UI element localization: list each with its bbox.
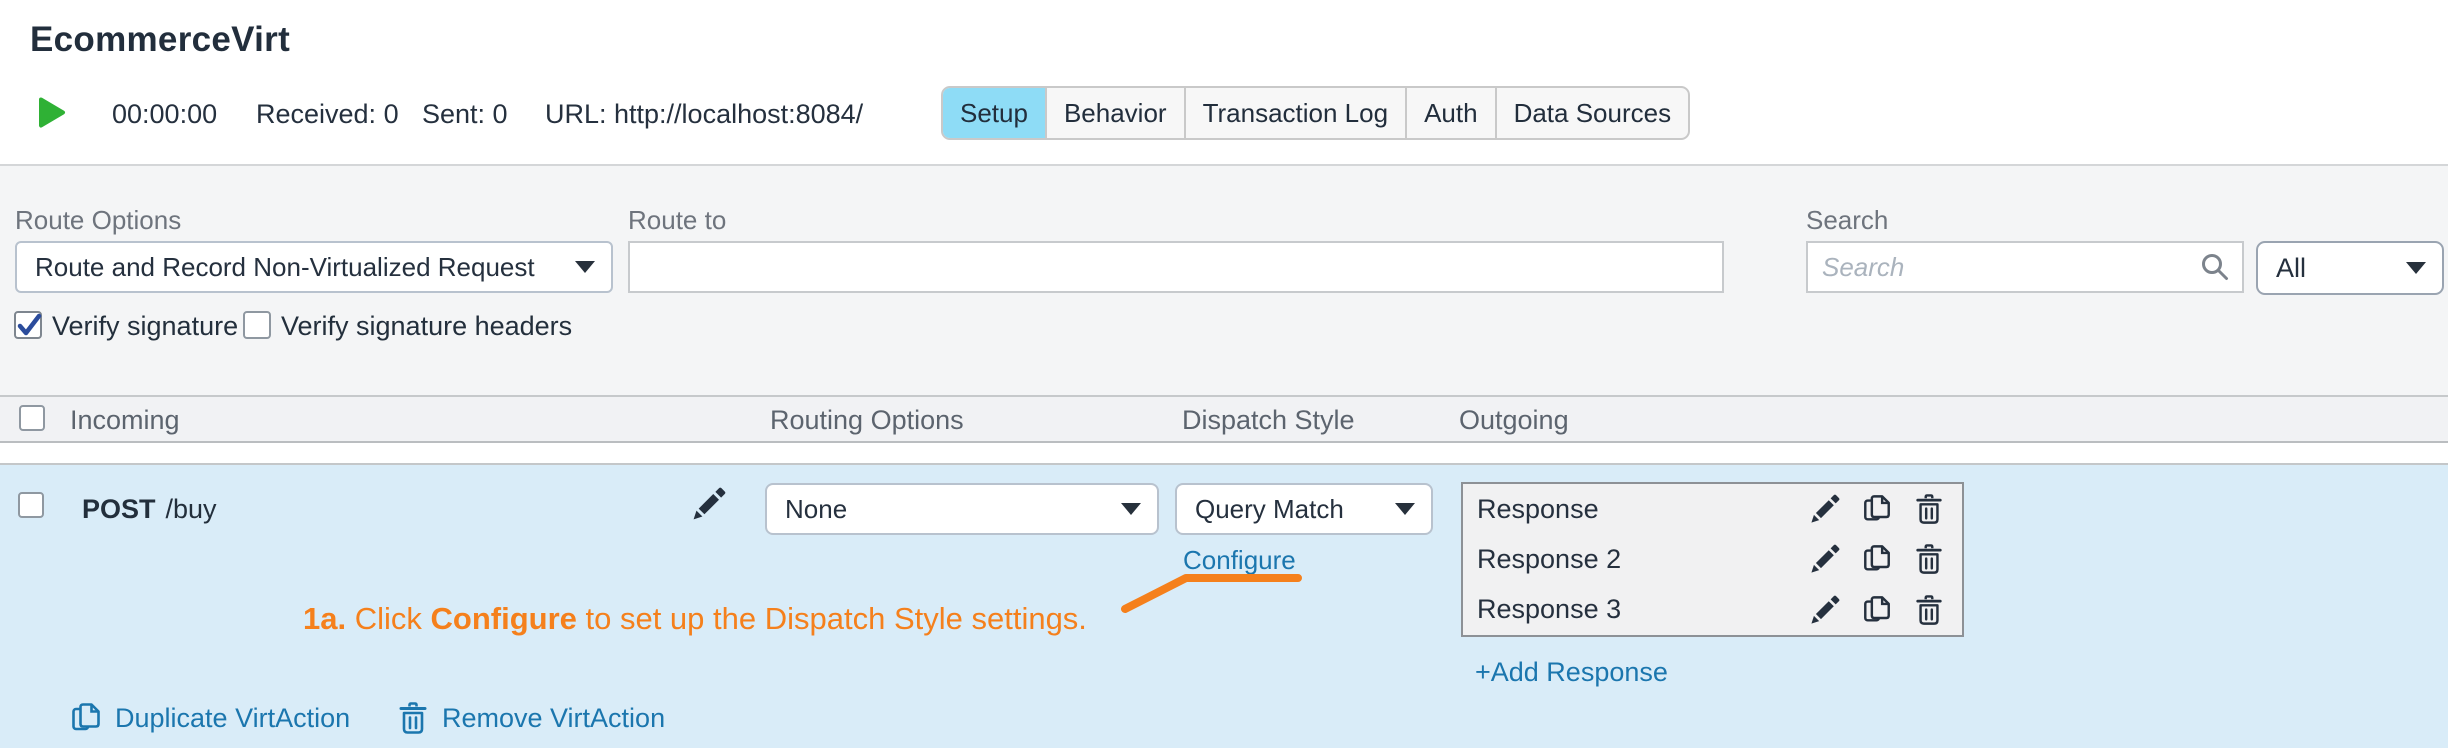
- pencil-icon: [1811, 595, 1840, 624]
- tab-transaction-log[interactable]: Transaction Log: [1183, 88, 1405, 138]
- copy-response-button[interactable]: [1862, 544, 1892, 574]
- timer-value: 00:00:00: [112, 99, 218, 129]
- copy-response-button[interactable]: [1862, 595, 1892, 625]
- search-scope-value: All: [2276, 252, 2307, 283]
- annotation-text: 1a. Click Configure to set up the Dispat…: [303, 601, 1087, 637]
- search-box: [1806, 241, 2244, 293]
- copy-icon: [72, 703, 100, 731]
- routing-options-value: None: [785, 493, 848, 524]
- search-icon[interactable]: [2200, 252, 2230, 282]
- chevron-down-icon: [1121, 503, 1141, 515]
- incoming-operation: POST/buy: [82, 494, 217, 525]
- verify-signature-checkbox[interactable]: [14, 311, 42, 339]
- column-outgoing: Outgoing: [1459, 405, 1569, 435]
- trash-icon: [1916, 494, 1942, 524]
- select-all-checkbox[interactable]: [19, 405, 45, 431]
- response-row: Response 2: [1463, 534, 1962, 584]
- edit-response-button[interactable]: [1810, 494, 1840, 524]
- annotation-step: 1a.: [303, 601, 347, 636]
- verify-signature-label: Verify signature: [52, 311, 239, 341]
- page-title: EcommerceVirt: [30, 20, 291, 59]
- route-options-label: Route Options: [15, 205, 182, 235]
- routing-options-select[interactable]: None: [765, 483, 1159, 535]
- trash-icon: [1916, 544, 1942, 575]
- edit-response-button[interactable]: [1810, 595, 1840, 625]
- search-scope-select[interactable]: All: [2256, 241, 2444, 295]
- annotation-arrow: [1121, 574, 1302, 613]
- response-name: Response 3: [1477, 594, 1622, 625]
- search-label: Search: [1806, 205, 1889, 235]
- chevron-down-icon: [2406, 262, 2426, 274]
- edit-operation-button[interactable]: [692, 487, 726, 521]
- copy-response-button[interactable]: [1862, 494, 1892, 524]
- column-routing-options: Routing Options: [770, 405, 964, 435]
- chevron-down-icon: [1395, 503, 1415, 515]
- delete-response-button[interactable]: [1914, 595, 1944, 625]
- dispatch-style-value: Query Match: [1195, 493, 1344, 524]
- chevron-down-icon: [575, 261, 595, 273]
- row-checkbox[interactable]: [18, 492, 44, 518]
- duplicate-virtaction-label: Duplicate VirtAction: [115, 702, 351, 733]
- add-response-link[interactable]: +Add Response: [1475, 657, 1668, 688]
- annotation-post: to set up the Dispatch Style settings.: [576, 601, 1087, 636]
- ecommerce-virt-page: EcommerceVirt 00:00:00 Received: 0 Sent:…: [0, 0, 2448, 748]
- tab-setup[interactable]: Setup: [943, 88, 1045, 138]
- route-to-label: Route to: [628, 205, 727, 235]
- trash-icon: [399, 702, 427, 734]
- service-url: URL: http://localhost:8084/: [545, 99, 864, 129]
- column-incoming: Incoming: [70, 405, 180, 435]
- dispatch-style-select[interactable]: Query Match: [1175, 483, 1433, 535]
- remove-virtaction-button[interactable]: Remove VirtAction: [397, 702, 665, 734]
- http-method: POST: [82, 494, 156, 524]
- annotation-pre: Click: [346, 601, 431, 636]
- response-name: Response: [1477, 493, 1599, 524]
- sent-count: Sent: 0: [422, 99, 508, 129]
- response-actions: [1810, 595, 1944, 625]
- pencil-icon: [693, 487, 726, 520]
- play-icon: [39, 97, 65, 128]
- tab-auth[interactable]: Auth: [1405, 88, 1495, 138]
- response-row: Response: [1463, 484, 1962, 534]
- route-options-select[interactable]: Route and Record Non-Virtualized Request: [15, 241, 613, 293]
- request-path: /buy: [165, 494, 217, 524]
- search-input[interactable]: [1808, 251, 2200, 283]
- annotation-emphasis: Configure: [430, 601, 577, 636]
- column-dispatch-style: Dispatch Style: [1182, 405, 1355, 435]
- delete-response-button[interactable]: [1914, 494, 1944, 524]
- response-actions: [1810, 544, 1944, 575]
- trash-icon: [1916, 595, 1942, 625]
- tab-behavior[interactable]: Behavior: [1044, 88, 1184, 138]
- copy-icon: [1864, 495, 1890, 521]
- route-options-value: Route and Record Non-Virtualized Request: [35, 251, 535, 282]
- tab-data-sources[interactable]: Data Sources: [1494, 88, 1689, 138]
- checkmark-icon: [17, 313, 42, 336]
- main-tabbar: Setup Behavior Transaction Log Auth Data…: [941, 86, 1691, 140]
- received-count: Received: 0: [256, 99, 399, 129]
- duplicate-virtaction-button[interactable]: Duplicate VirtAction: [70, 702, 350, 734]
- copy-icon: [1864, 545, 1890, 572]
- response-name: Response 2: [1477, 543, 1622, 574]
- verify-signature-headers-checkbox[interactable]: [243, 311, 271, 339]
- pencil-icon: [1811, 494, 1840, 523]
- remove-virtaction-label: Remove VirtAction: [442, 702, 666, 733]
- route-to-input[interactable]: [628, 241, 1724, 293]
- pencil-icon: [1811, 545, 1840, 574]
- copy-icon: [1864, 595, 1890, 622]
- verify-signature-headers-label: Verify signature headers: [281, 311, 573, 341]
- start-virt-button[interactable]: [38, 96, 66, 129]
- edit-response-button[interactable]: [1810, 544, 1840, 574]
- response-row: Response 3: [1463, 585, 1962, 635]
- response-actions: [1810, 494, 1944, 524]
- delete-response-button[interactable]: [1914, 544, 1944, 575]
- responses-panel: Response Response 2 Response 3: [1461, 482, 1964, 637]
